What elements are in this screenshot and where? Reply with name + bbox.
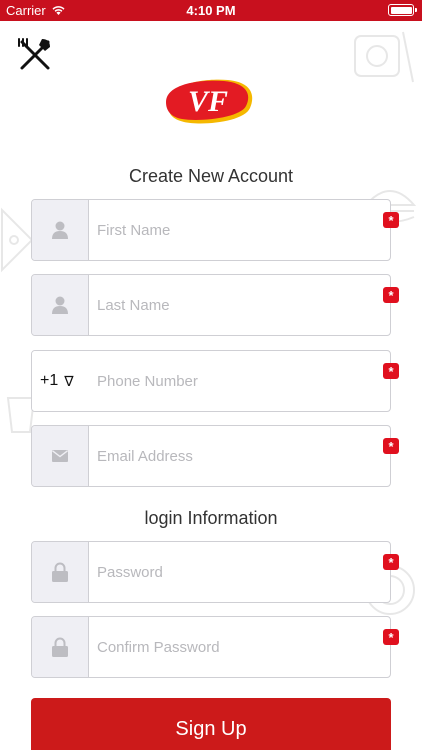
chevron-down-icon: ∇ — [64, 372, 74, 389]
first-name-required-marker: * — [383, 212, 399, 228]
lock-icon — [52, 637, 68, 657]
first-name-input[interactable] — [89, 200, 390, 260]
logo-text: VF — [188, 85, 228, 118]
sign-up-button[interactable]: Sign Up — [31, 698, 391, 750]
phone-number-field: +1 ∇ — [31, 350, 391, 412]
last-name-required-marker: * — [383, 287, 399, 303]
confirm-password-icon-box — [32, 617, 89, 677]
country-code-selector[interactable]: +1 ∇ — [32, 351, 89, 411]
password-required-marker: * — [383, 554, 399, 570]
password-input[interactable] — [89, 542, 390, 602]
vf-logo: VF — [166, 79, 253, 124]
password-icon-box — [32, 542, 89, 602]
phone-number-input[interactable] — [89, 351, 390, 411]
country-code: +1 — [40, 372, 59, 389]
create-account-title: Create New Account — [128, 166, 294, 186]
status-bar: Carrier 4:10 PM — [0, 0, 422, 21]
confirm-password-input[interactable] — [89, 617, 390, 677]
lock-icon — [52, 562, 68, 582]
envelope-icon — [52, 450, 68, 462]
clock: 4:10 PM — [186, 3, 236, 18]
password-field — [31, 541, 391, 603]
battery-icon — [388, 4, 417, 16]
email-icon-box — [32, 426, 89, 486]
last-name-input[interactable] — [89, 275, 390, 335]
email-address-input[interactable] — [89, 426, 390, 486]
person-icon — [52, 296, 68, 314]
person-icon — [52, 221, 68, 239]
last-name-field — [31, 274, 391, 336]
last-name-icon-box — [32, 275, 89, 335]
food-doodle-top-right — [354, 31, 414, 83]
email-address-field — [31, 425, 391, 487]
first-name-icon-box — [32, 200, 89, 260]
fork-knife-icon[interactable] — [16, 36, 54, 74]
email-required-marker: * — [383, 438, 399, 454]
phone-required-marker: * — [383, 363, 399, 379]
confirm-password-field — [31, 616, 391, 678]
login-information-title: login Information — [144, 508, 278, 528]
first-name-field — [31, 199, 391, 261]
confirm-password-required-marker: * — [383, 629, 399, 645]
